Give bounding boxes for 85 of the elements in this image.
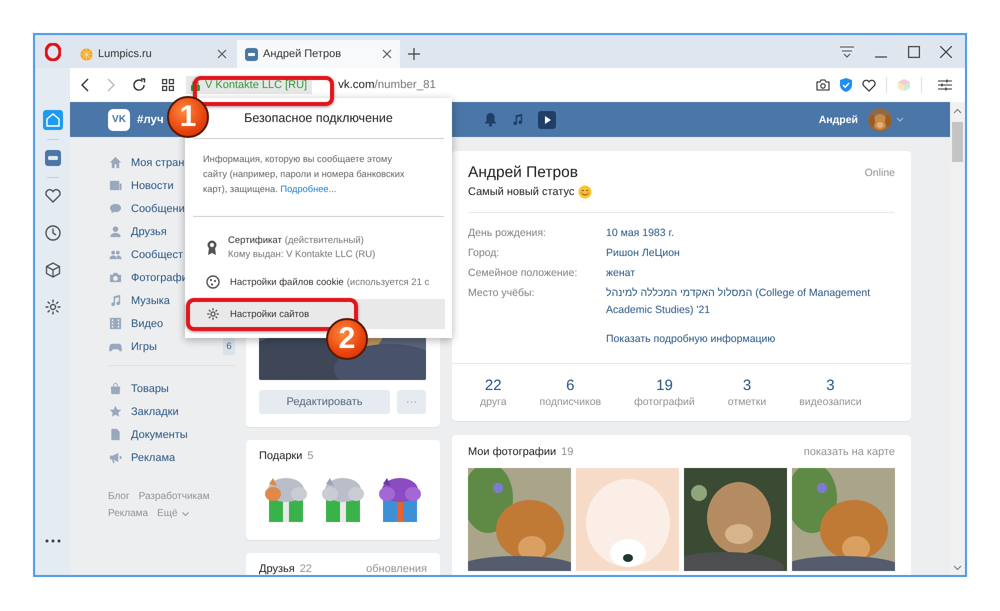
hashtag-text[interactable]: #луч <box>137 114 164 126</box>
show-details-link[interactable]: Показать подробную информацию <box>606 331 776 348</box>
browser-tab[interactable]: Андрей Петров <box>237 40 400 68</box>
plus-icon[interactable] <box>408 48 420 60</box>
smiley-icon <box>578 185 592 199</box>
grid-icon[interactable] <box>162 79 174 91</box>
address-field[interactable]: vk.com/number_81 <box>338 79 436 91</box>
close-icon[interactable] <box>217 49 227 59</box>
counter-link[interactable]: 22 друга <box>480 377 507 408</box>
field-label: Город: <box>468 246 500 261</box>
reload-icon[interactable] <box>132 78 146 92</box>
status-text[interactable]: Самый новый статус <box>468 186 574 198</box>
nav-menu-item[interactable]: Документы <box>108 423 235 446</box>
count-text: 19 <box>561 446 574 458</box>
music-note-icon <box>109 294 122 307</box>
people-icon <box>109 248 122 261</box>
field-label: Семейное положение: <box>468 266 578 281</box>
count-text: 22 <box>300 563 312 575</box>
field-label: День рождения: <box>468 226 547 241</box>
settings-icon <box>206 307 220 321</box>
scrollbar-thumb[interactable] <box>952 122 963 162</box>
scroll-down-icon[interactable] <box>953 565 962 571</box>
megaphone-icon <box>109 451 122 464</box>
menu-icon[interactable] <box>840 46 854 58</box>
caret-icon[interactable] <box>896 117 904 122</box>
newspaper-icon <box>109 179 122 192</box>
clock-icon[interactable] <box>42 223 62 243</box>
opera-logo-icon[interactable] <box>44 42 60 60</box>
scrollbar[interactable] <box>950 102 965 575</box>
user-name[interactable]: Андрей <box>818 114 858 126</box>
field-value[interactable]: женат <box>606 265 636 282</box>
scroll-up-icon[interactable] <box>953 108 962 114</box>
home-icon <box>109 156 122 169</box>
popup-title: Безопасное подключение <box>244 111 393 125</box>
home-icon[interactable] <box>42 110 62 130</box>
citrus-icon <box>80 48 93 60</box>
film-icon <box>109 317 122 330</box>
counter-link[interactable]: 3 отметки <box>728 377 766 408</box>
field-value[interactable]: 10 мая 1983 г. <box>606 225 674 242</box>
field-value[interactable]: Ришон ЛеЦион <box>606 245 680 262</box>
camera-icon[interactable] <box>816 79 830 91</box>
settings-icon[interactable] <box>42 297 62 317</box>
camera-icon <box>109 271 122 284</box>
count-badge: 6 <box>223 338 235 355</box>
vk-logo[interactable]: VK <box>108 108 130 130</box>
close-icon[interactable] <box>382 49 392 59</box>
nav-menu-item[interactable]: Реклама <box>108 446 235 469</box>
card-title[interactable]: Мои фотографии <box>468 446 556 458</box>
lock-icon <box>191 80 200 90</box>
back-icon[interactable] <box>80 78 90 92</box>
shield-icon[interactable] <box>840 78 852 92</box>
close-icon[interactable] <box>940 46 952 58</box>
nav-menu-item[interactable]: Закладки <box>108 400 235 423</box>
bag-icon <box>109 382 122 395</box>
count-text: 5 <box>307 450 314 462</box>
nav-menu-item[interactable]: Сообщени <box>108 197 235 220</box>
star-icon <box>109 405 122 418</box>
counter-link[interactable]: 6 подписчиков <box>540 377 602 408</box>
browser-tab[interactable]: Lumpics.ru <box>72 40 235 68</box>
more-icon[interactable] <box>44 539 60 543</box>
play-icon[interactable] <box>538 110 556 128</box>
award-icon <box>206 240 218 255</box>
popup-menu-item[interactable]: Сертификат (действительный) Кому выдан: V Kontakte LLC (RU) <box>188 228 445 267</box>
heart-icon[interactable] <box>862 78 876 92</box>
person-icon <box>109 225 122 238</box>
nav-menu-item[interactable]: Товары <box>108 377 235 400</box>
settings-icon[interactable] <box>938 79 952 91</box>
profile-name: Андрей Петров <box>468 164 578 182</box>
online-status: Online <box>864 167 895 179</box>
chat-bubble-icon <box>109 202 122 215</box>
more-link[interactable]: Подробнее... <box>280 184 336 194</box>
field-label: Место учёбы: <box>468 286 536 301</box>
counter-link[interactable]: 19 фотографий <box>634 377 695 408</box>
caret-icon <box>182 512 189 516</box>
field-value[interactable]: המסלול האקדמי המכללה למינהל (College of Management Academic Studies) '21 <box>606 285 895 319</box>
maximize-icon[interactable] <box>908 46 920 58</box>
card-title[interactable]: Подарки <box>259 450 302 462</box>
edit-button[interactable]: Редактировать <box>259 390 390 414</box>
info-text: Информация, которую вы сообщаете этому сайту (например, пароли и номера банковских карт), защищена. Подробнее... <box>202 153 406 196</box>
counter-link[interactable]: 3 видеозаписи <box>799 377 862 408</box>
nav-menu-item[interactable]: Игры 6 <box>108 335 235 358</box>
popup-menu-item[interactable]: Настройки файлов cookie (используется 21 с <box>188 267 445 297</box>
cookie-icon <box>206 275 220 289</box>
card-title[interactable]: Друзья <box>259 563 295 575</box>
document-icon <box>109 428 122 441</box>
